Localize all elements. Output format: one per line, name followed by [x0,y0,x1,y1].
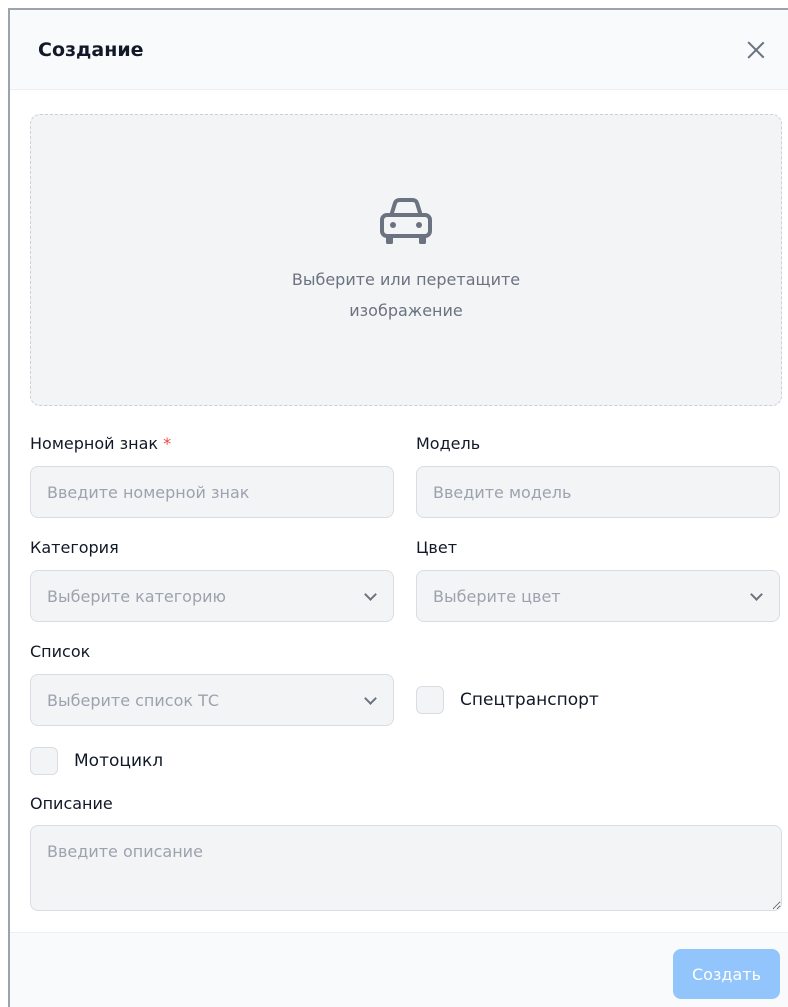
list-select-value: Выберите список ТС [47,690,220,710]
special-transport-group: Спецтранспорт [416,674,780,726]
category-group: Категория Выберите категорию [30,536,394,622]
row-plate-model: Номерной знак * Модель [30,432,780,518]
special-transport-checkbox[interactable]: Спецтранспорт [416,686,599,714]
dialog-footer: Создать [10,932,788,1007]
special-transport-label: Спецтранспорт [460,690,599,710]
category-select[interactable]: Выберите категорию [30,570,394,622]
color-label: Цвет [416,538,458,557]
description-group: Описание [30,792,782,911]
required-mark: * [163,434,172,453]
chevron-down-icon [749,589,763,603]
list-select[interactable]: Выберите список ТС [30,674,394,726]
row-category-color: Категория Выберите категорию Цвет Выбери… [30,536,780,622]
category-select-value: Выберите категорию [47,586,226,606]
list-group: Список Выберите список ТС [30,640,394,726]
dialog-header: Создание [10,10,788,90]
color-group: Цвет Выберите цвет [416,536,780,622]
dialog-title: Создание [38,38,144,61]
motorcycle-box[interactable] [30,747,58,775]
create-vehicle-dialog: Создание Выберите или перетащите изображ… [8,8,788,1007]
car-icon [380,198,432,244]
list-label: Список [30,642,91,661]
plate-group: Номерной знак * [30,432,394,518]
description-label: Описание [30,794,113,813]
category-label: Категория [30,538,119,557]
close-icon[interactable] [744,38,768,62]
plate-label: Номерной знак * [30,432,394,456]
chevron-down-icon [363,693,377,707]
create-button[interactable]: Создать [673,949,780,999]
row-list-special: Список Выберите список ТС Спецтранспорт [30,640,780,726]
image-dropzone[interactable]: Выберите или перетащите изображение [30,114,782,406]
color-select[interactable]: Выберите цвет [416,570,780,622]
description-textarea[interactable] [30,825,782,911]
chevron-down-icon [363,589,377,603]
motorcycle-checkbox[interactable]: Мотоцикл [30,747,780,775]
plate-input[interactable] [30,466,394,518]
dialog-body: Выберите или перетащите изображение Номе… [10,90,788,911]
special-transport-box[interactable] [416,686,444,714]
color-select-value: Выберите цвет [433,586,561,606]
model-group: Модель [416,432,780,518]
plate-label-text: Номерной знак [30,434,159,453]
dropzone-text: Выберите или перетащите изображение [291,270,521,320]
model-label: Модель [416,434,481,453]
model-input[interactable] [416,466,780,518]
motorcycle-label: Мотоцикл [74,751,164,771]
